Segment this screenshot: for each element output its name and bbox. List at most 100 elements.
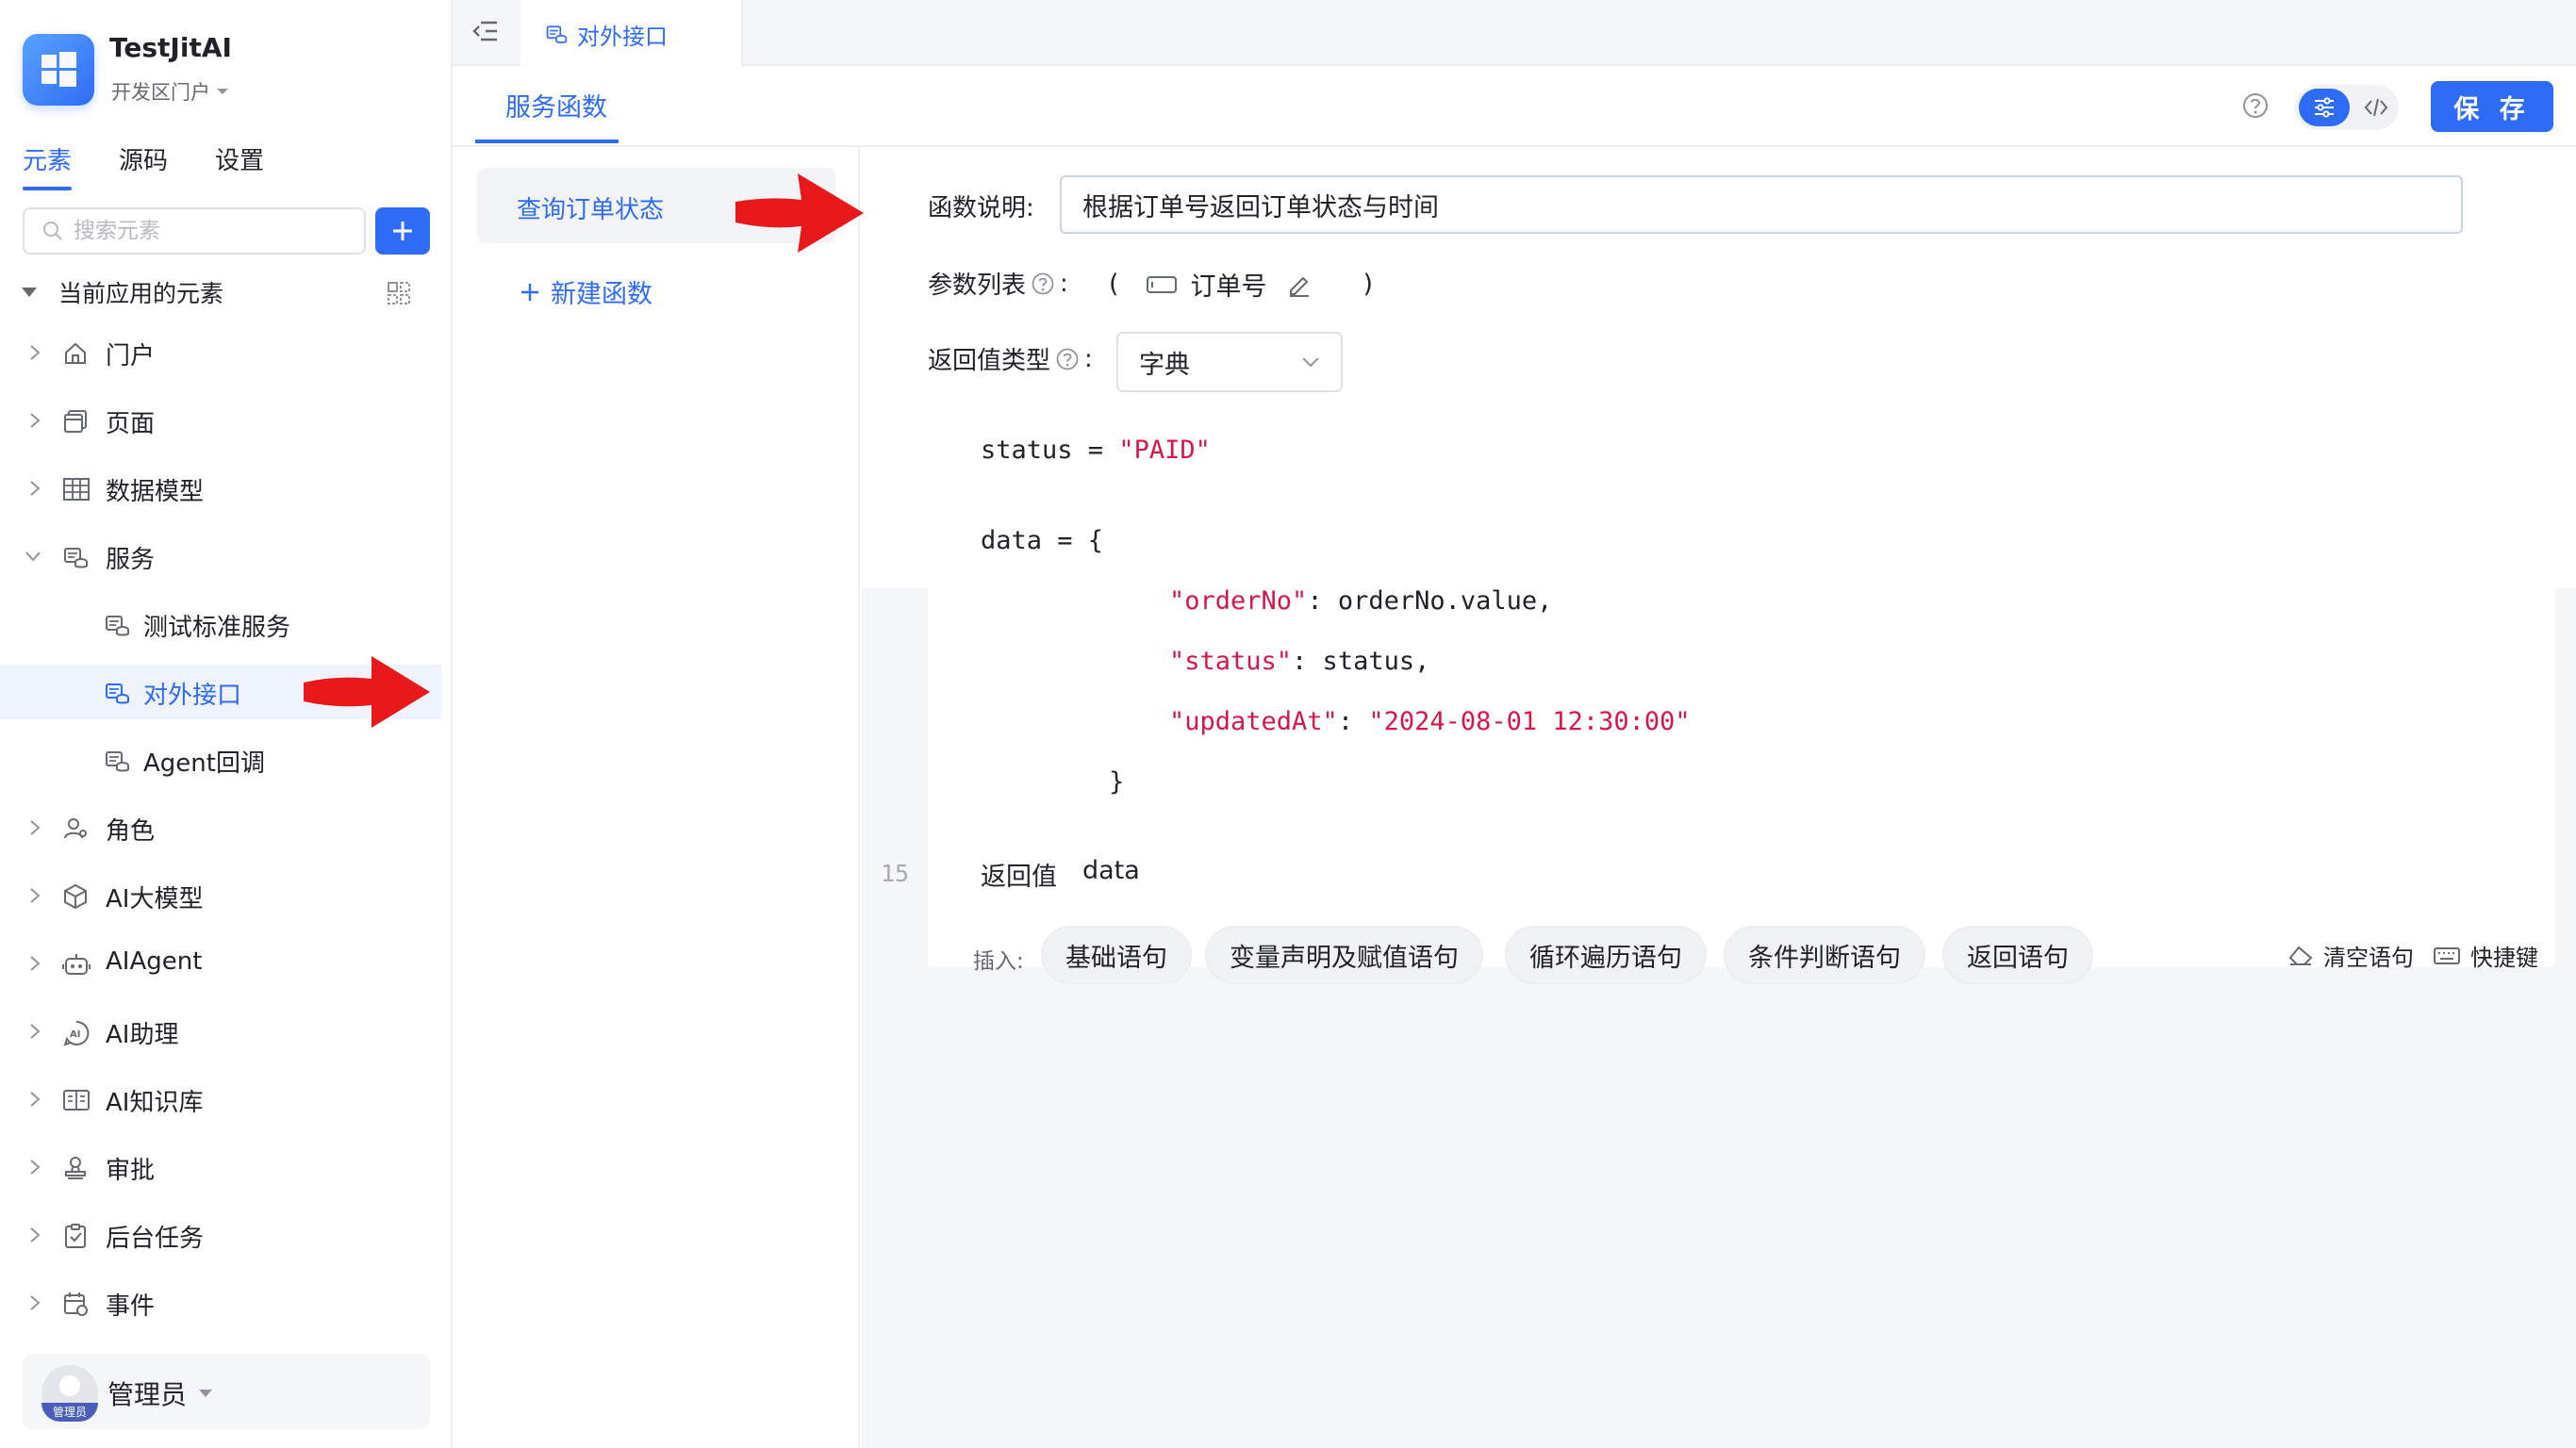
return-type-value: 字典 [1139,350,1190,380]
service-icon [64,548,88,568]
sidebar-item-ai-knowledge-base[interactable]: AI知识库 [0,1072,441,1127]
search-box [23,207,366,255]
group-header[interactable]: 当前应用的元素 [21,275,417,309]
insert-loop-statement[interactable]: 循环遍历语句 [1505,926,1707,984]
ai-assistant-icon: AI [63,1020,90,1046]
line-number: 15 [881,860,910,887]
page-icon [64,410,87,433]
code-string: "PAID" [1118,436,1211,465]
sidebar-item-agent-callback[interactable]: Agent回调 [0,732,441,787]
group-title: 当前应用的元素 [58,280,224,307]
sidebar-item-page[interactable]: 页面 [0,393,441,448]
eraser-icon [2288,946,2313,965]
return-keyword: 返回值 [981,863,1057,892]
robot-icon [62,954,91,975]
chevron-right-icon [30,956,41,971]
chevron-right-icon [30,413,41,428]
annotation-arrow-sidebar [304,656,430,728]
sidebar-item-role[interactable]: 角色 [0,800,441,855]
clear-label: 清空语句 [2323,945,2414,971]
chevron-right-icon [30,1024,41,1039]
code-line: status = "PAID" [981,436,1211,465]
insert-return-statement[interactable]: 返回语句 [1942,926,2093,984]
cube-icon [64,883,87,910]
code-block-status[interactable]: status = "PAID" [928,417,2555,490]
sidebar-item-portal[interactable]: 门户 [0,325,441,380]
sidebar-item-ai-assistant[interactable]: AI AI助理 [0,1004,441,1059]
code-key: "orderNo" [1169,586,1308,616]
help-icon[interactable] [1030,271,1056,297]
function-list: 查询订单状态 新建函数 [453,147,860,1448]
user-name-label: 管理员 [107,1379,188,1410]
sidebar-item-label: AI助理 [106,1021,179,1049]
sidebar-item-event[interactable]: 事件 [0,1275,441,1330]
search-input[interactable] [74,219,347,243]
service-icon [546,25,568,43]
user-name[interactable]: 管理员 [107,1374,213,1412]
clear-statements-button[interactable]: 清空语句 [2287,939,2414,972]
code-value: : status, [1292,647,1430,676]
keyboard-icon [2434,946,2460,964]
chevron-right-icon [30,345,41,360]
annotation-arrow-editor [735,173,864,253]
code-line: } [1109,767,1125,797]
sidebar-item-label: 数据模型 [106,478,205,506]
insert-condition-statement[interactable]: 条件判断语句 [1724,926,1925,984]
tab-elements[interactable]: 元素 [23,141,72,176]
portal-selector[interactable]: 开发区门户 [111,77,229,106]
insert-variable-statement[interactable]: 变量声明及赋值语句 [1205,926,1483,984]
sidebar-item-label: 页面 [106,410,156,438]
grid-view-icon[interactable] [387,281,411,305]
paren-open: ( [1109,270,1119,299]
new-function-button[interactable]: 新建函数 [519,273,652,310]
shortcut-button[interactable]: 快捷键 [2433,939,2538,972]
chevron-right-icon [30,1160,41,1175]
stamp-icon [65,1157,86,1179]
chevron-right-icon [30,481,41,496]
help-icon[interactable] [2240,90,2271,121]
tab-source[interactable]: 源码 [119,141,168,176]
shortcut-label: 快捷键 [2470,945,2538,971]
book-icon [63,1090,90,1111]
service-icon [106,616,129,636]
insert-basic-statement[interactable]: 基础语句 [1041,926,1192,984]
sidebar-item-ai-model[interactable]: AI大模型 [0,868,441,923]
param-name[interactable]: 订单号 [1191,266,1267,303]
save-button[interactable]: 保 存 [2431,81,2553,132]
plus-icon [393,222,412,240]
visual-mode-button[interactable] [2299,89,2350,126]
edit-icon[interactable] [1286,272,1313,298]
sidebar-item-background-task[interactable]: 后台任务 [0,1208,441,1262]
return-type-label-row: 返回值类型 : [928,341,1093,376]
text-field-icon [1146,275,1177,293]
role-icon [64,818,87,839]
tab-settings[interactable]: 设置 [215,141,264,176]
table-icon [63,478,90,501]
code-mode-button[interactable] [2357,89,2395,126]
code-block-return[interactable] [928,837,2555,911]
sidebar-item-service[interactable]: 服务 [0,529,441,584]
add-element-button[interactable] [375,207,430,255]
chevron-right-icon [30,1227,41,1242]
tab-external-api[interactable]: 对外接口 [520,0,743,68]
return-value[interactable]: data [1082,856,1140,885]
sidebar-item-approval[interactable]: 审批 [0,1140,441,1194]
code-line: "updatedAt": "2024-08-01 12:30:00" [1169,707,1691,736]
code-operator: = [1072,436,1119,465]
collapse-sidebar-icon[interactable] [471,19,500,43]
caret-down-icon [22,288,37,297]
chevron-down-icon [1302,357,1319,368]
sidebar-item-data-model[interactable]: 数据模型 [0,461,441,516]
sidebar-item-test-standard-service[interactable]: 测试标准服务 [0,597,441,651]
tab-service-function[interactable]: 服务函数 [505,87,607,123]
chevron-down-icon [25,551,41,562]
new-function-label: 新建函数 [551,280,652,309]
sidebar-item-label: 门户 [106,342,156,370]
sidebar-item-ai-agent[interactable]: AIAgent [0,936,441,991]
code-value: : orderNo.value, [1307,586,1553,616]
sidebar-item-label: 测试标准服务 [143,614,291,642]
return-type-select[interactable]: 字典 [1116,332,1343,392]
description-input[interactable] [1060,175,2463,234]
help-icon[interactable] [1054,346,1081,372]
return-type-colon: : [1084,344,1093,373]
